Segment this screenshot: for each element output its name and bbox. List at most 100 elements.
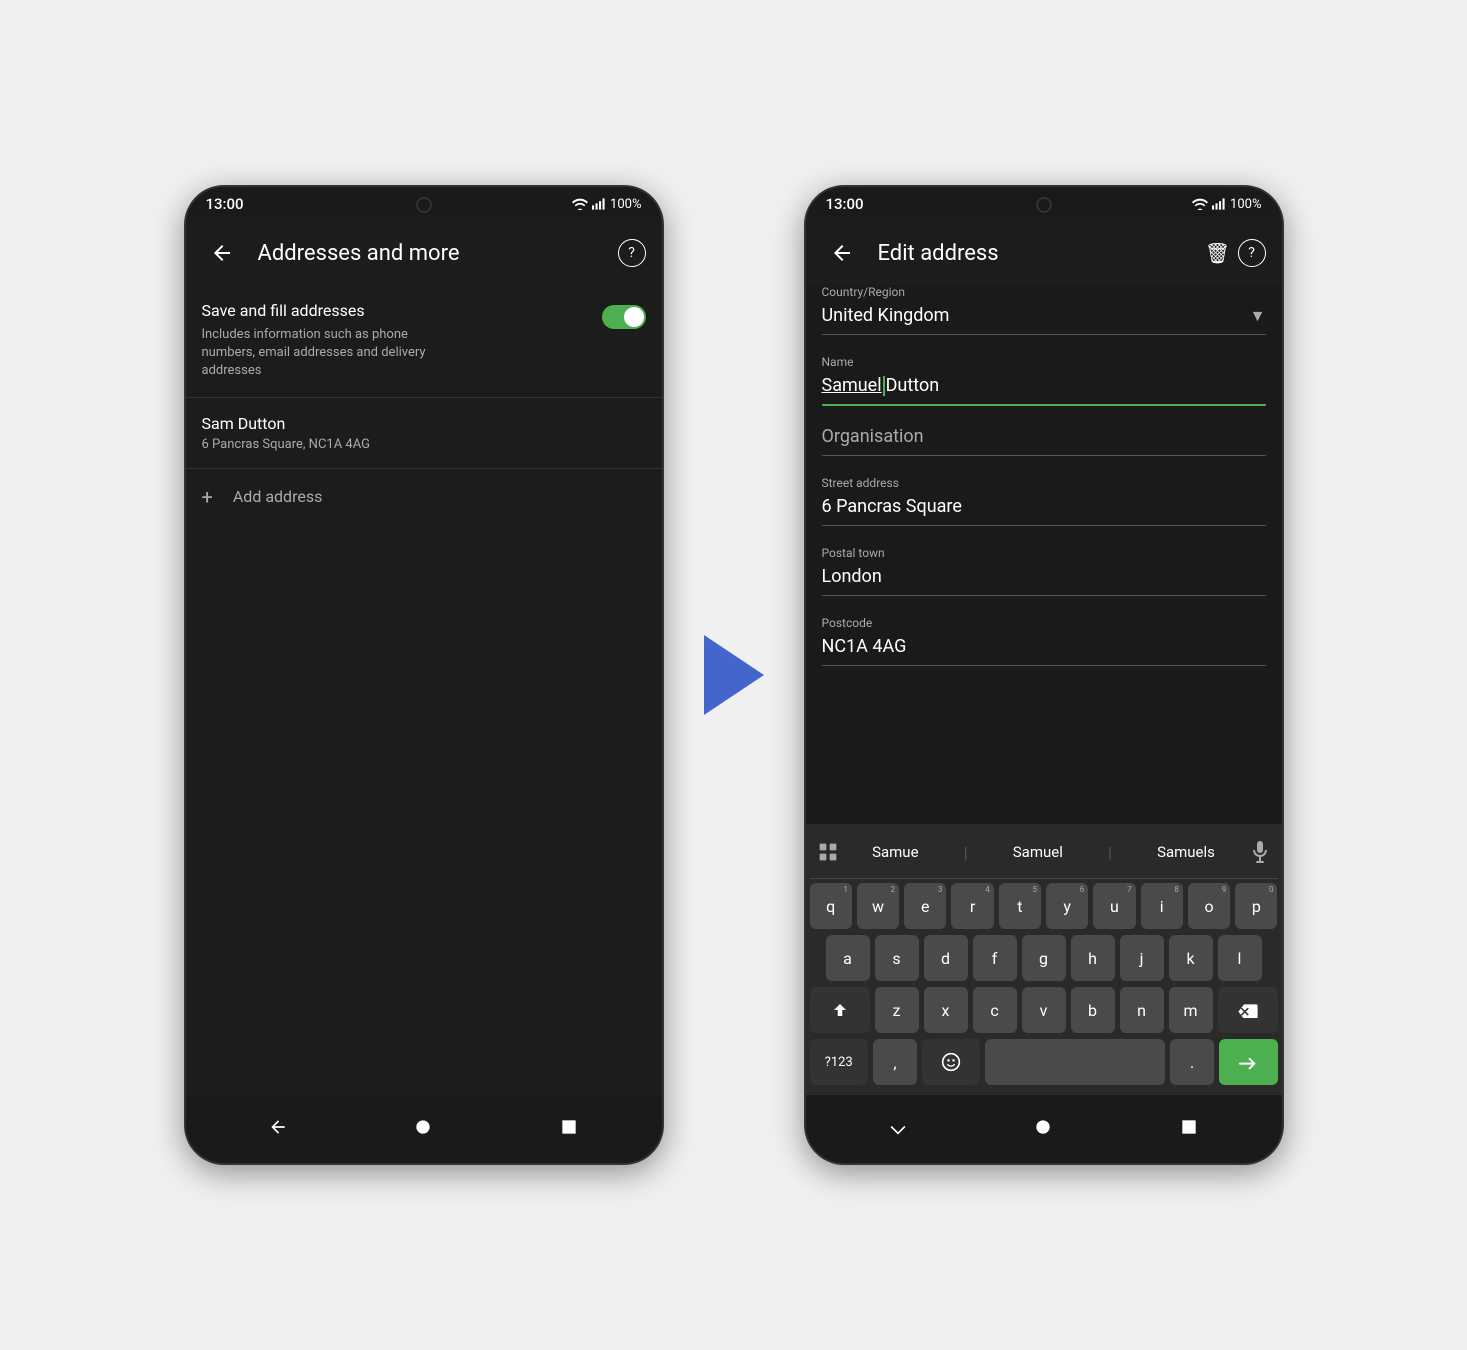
signal-icon (592, 198, 606, 210)
postcode-value: NC1A 4AG (822, 636, 907, 657)
key-h[interactable]: h (1071, 935, 1115, 981)
key-u[interactable]: u7 (1093, 883, 1135, 929)
keyboard-menu-icon[interactable] (810, 834, 846, 870)
key-z[interactable]: z (875, 987, 919, 1033)
right-phone: 13:00 100% Edit address 🗑 ? Country/ (804, 185, 1284, 1165)
help-button-left[interactable]: ? (618, 239, 646, 267)
text-cursor (883, 376, 885, 396)
key-y[interactable]: y6 (1046, 883, 1088, 929)
key-s[interactable]: s (875, 935, 919, 981)
camera-notch-right (1036, 197, 1052, 213)
country-label: Country/Region (822, 285, 1266, 299)
key-r[interactable]: r4 (951, 883, 993, 929)
nav-bar-left (186, 1095, 662, 1163)
key-j[interactable]: j (1120, 935, 1164, 981)
help-button-right[interactable]: ? (1238, 239, 1266, 267)
key-e[interactable]: e3 (904, 883, 946, 929)
period-key[interactable]: . (1170, 1039, 1214, 1085)
keyboard: Samue | Samuel | Samuels q1 w2 e3 r4 t5 (806, 824, 1282, 1095)
address-detail: 6 Pancras Square, NC1A 4AG (202, 437, 646, 452)
street-label: Street address (822, 476, 1266, 490)
dropdown-arrow-icon: ▼ (1250, 306, 1266, 326)
postcode-field[interactable]: NC1A 4AG (822, 636, 1266, 666)
address-name: Sam Dutton (202, 414, 646, 433)
nav-home-left[interactable] (403, 1107, 443, 1147)
setting-description: Includes information such as phone numbe… (202, 326, 462, 381)
mic-button[interactable] (1242, 834, 1278, 870)
emoji-key[interactable] (922, 1039, 980, 1085)
org-field-group: Organisation (822, 426, 1266, 456)
name-label: Name (822, 355, 1266, 369)
suggestion-0[interactable]: Samue (864, 839, 926, 865)
key-p[interactable]: p0 (1235, 883, 1277, 929)
name-value-after: Dutton (886, 375, 940, 396)
transition-arrow (704, 635, 764, 715)
street-field[interactable]: 6 Pancras Square (822, 496, 1266, 526)
country-field-group: Country/Region United Kingdom ▼ (822, 285, 1266, 335)
key-row-2: a s d f g h j k l (810, 935, 1278, 981)
key-v[interactable]: v (1022, 987, 1066, 1033)
org-field[interactable]: Organisation (822, 426, 1266, 456)
nav-home-icon (413, 1117, 433, 1137)
nav-bar-right (806, 1095, 1282, 1163)
add-address-button[interactable]: + Add address (186, 469, 662, 525)
nav-recent-left[interactable] (549, 1107, 589, 1147)
suggestion-words: Samue | Samuel | Samuels (846, 839, 1242, 865)
enter-icon (1238, 1054, 1258, 1070)
left-content: Save and fill addresses Includes informa… (186, 285, 662, 690)
camera-notch (416, 197, 432, 213)
nav-recent-icon-right (1179, 1117, 1199, 1137)
key-d[interactable]: d (924, 935, 968, 981)
nav-home-right[interactable] (1023, 1107, 1063, 1147)
help-icon-right: ? (1248, 245, 1255, 261)
street-field-group: Street address 6 Pancras Square (822, 476, 1266, 526)
key-f[interactable]: f (973, 935, 1017, 981)
key-o[interactable]: o9 (1188, 883, 1230, 929)
key-n[interactable]: n (1120, 987, 1164, 1033)
key-q[interactable]: q1 (810, 883, 852, 929)
key-l[interactable]: l (1218, 935, 1262, 981)
status-icons-left: 100% (572, 197, 641, 212)
key-row-1: q1 w2 e3 r4 t5 y6 u7 i8 o9 p0 (810, 883, 1278, 929)
battery-left: 100% (610, 197, 641, 212)
postal-town-field[interactable]: London (822, 566, 1266, 596)
address-entry[interactable]: Sam Dutton 6 Pancras Square, NC1A 4AG (186, 398, 662, 469)
space-key[interactable] (985, 1039, 1165, 1085)
key-g[interactable]: g (1022, 935, 1066, 981)
shift-key[interactable] (810, 987, 870, 1033)
key-i[interactable]: i8 (1141, 883, 1183, 929)
country-select[interactable]: United Kingdom ▼ (822, 305, 1266, 335)
nav-recent-right[interactable] (1169, 1107, 1209, 1147)
status-icons-right: 100% (1192, 197, 1261, 212)
suggestion-1[interactable]: Samuel (1005, 839, 1071, 865)
num-key[interactable]: ?123 (810, 1039, 868, 1085)
key-row-bottom: ?123 , . (810, 1039, 1278, 1085)
enter-key[interactable] (1219, 1039, 1277, 1085)
trash-icon: 🗑 (1205, 241, 1230, 265)
name-value-before: Samuel (822, 375, 882, 396)
delete-button[interactable]: 🗑 (1198, 233, 1238, 273)
postcode-label: Postcode (822, 616, 1266, 630)
key-b[interactable]: b (1071, 987, 1115, 1033)
back-button-right[interactable] (822, 233, 862, 273)
key-a[interactable]: a (826, 935, 870, 981)
key-k[interactable]: k (1169, 935, 1213, 981)
nav-back-right[interactable] (878, 1107, 918, 1147)
key-x[interactable]: x (924, 987, 968, 1033)
key-t[interactable]: t5 (999, 883, 1041, 929)
time-left: 13:00 (206, 195, 244, 213)
shift-icon (831, 1001, 849, 1019)
grid-icon (818, 842, 838, 862)
nav-back-icon (268, 1117, 288, 1137)
back-button-left[interactable] (202, 233, 242, 273)
name-field[interactable]: SamuelDutton (822, 375, 1266, 406)
suggestion-2[interactable]: Samuels (1149, 839, 1223, 865)
key-m[interactable]: m (1169, 987, 1213, 1033)
toggle-switch[interactable] (602, 305, 646, 329)
backspace-key[interactable] (1218, 987, 1278, 1033)
key-c[interactable]: c (973, 987, 1017, 1033)
comma-key[interactable]: , (873, 1039, 917, 1085)
nav-back-left[interactable] (258, 1107, 298, 1147)
key-w[interactable]: w2 (857, 883, 899, 929)
save-fill-setting[interactable]: Save and fill addresses Includes informa… (186, 285, 662, 398)
